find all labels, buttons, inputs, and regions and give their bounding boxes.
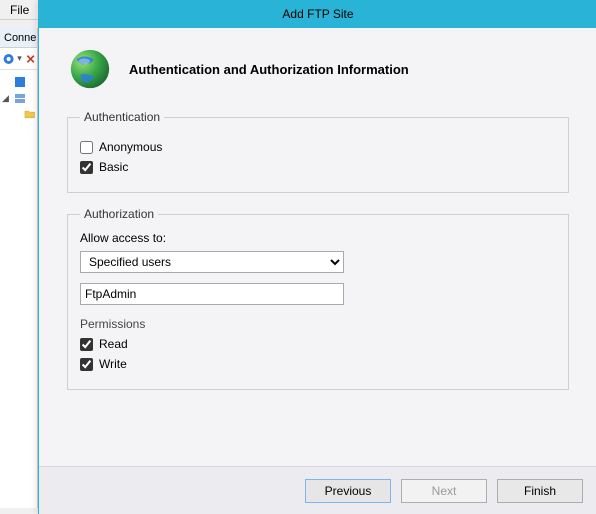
anonymous-label: Anonymous <box>99 140 162 154</box>
authentication-group: Authentication Anonymous Basic <box>67 110 569 193</box>
globe-icon <box>67 46 113 92</box>
connections-panel: Conne ▾ ◢ <box>0 28 38 508</box>
tree-start-page[interactable] <box>2 74 35 90</box>
delete-icon[interactable] <box>24 52 37 66</box>
connections-toolbar: ▾ <box>0 48 37 70</box>
dialog-header: Authentication and Authorization Informa… <box>67 46 569 92</box>
start-page-icon <box>14 76 26 88</box>
connections-header: Conne <box>0 28 37 48</box>
page-title: Authentication and Authorization Informa… <box>129 62 409 77</box>
write-label: Write <box>99 357 127 371</box>
write-checkbox[interactable] <box>80 358 93 371</box>
users-input[interactable] <box>80 283 344 305</box>
dialog-footer: Previous Next Finish <box>39 466 596 514</box>
connections-tree: ◢ <box>0 70 37 126</box>
authorization-legend: Authorization <box>80 207 158 221</box>
anonymous-checkbox[interactable] <box>80 141 93 154</box>
menu-file[interactable]: File <box>4 0 35 20</box>
previous-button[interactable]: Previous <box>305 479 391 503</box>
connect-icon[interactable] <box>2 52 15 66</box>
permissions-label: Permissions <box>80 317 556 331</box>
tree-sites-node[interactable] <box>2 106 35 122</box>
allow-access-label: Allow access to: <box>80 231 556 245</box>
authorization-group: Authorization Allow access to: Specified… <box>67 207 569 390</box>
dropdown-chevron-icon[interactable]: ▾ <box>17 53 22 64</box>
dialog-titlebar: Add FTP Site <box>39 0 596 28</box>
basic-checkbox[interactable] <box>80 161 93 174</box>
authentication-legend: Authentication <box>80 110 164 124</box>
allow-access-select[interactable]: Specified users <box>80 251 344 273</box>
read-label: Read <box>99 337 128 351</box>
dialog-title: Add FTP Site <box>282 7 353 21</box>
server-icon <box>14 92 26 104</box>
permissions-group: Permissions Read Write <box>80 317 556 371</box>
finish-button[interactable]: Finish <box>497 479 583 503</box>
dialog-body: Authentication and Authorization Informa… <box>39 28 596 466</box>
tree-server-node[interactable]: ◢ <box>2 90 35 106</box>
folder-icon <box>24 108 35 120</box>
read-checkbox[interactable] <box>80 338 93 351</box>
next-button: Next <box>401 479 487 503</box>
add-ftp-site-dialog: Add FTP Site <box>38 0 596 514</box>
basic-label: Basic <box>99 160 128 174</box>
